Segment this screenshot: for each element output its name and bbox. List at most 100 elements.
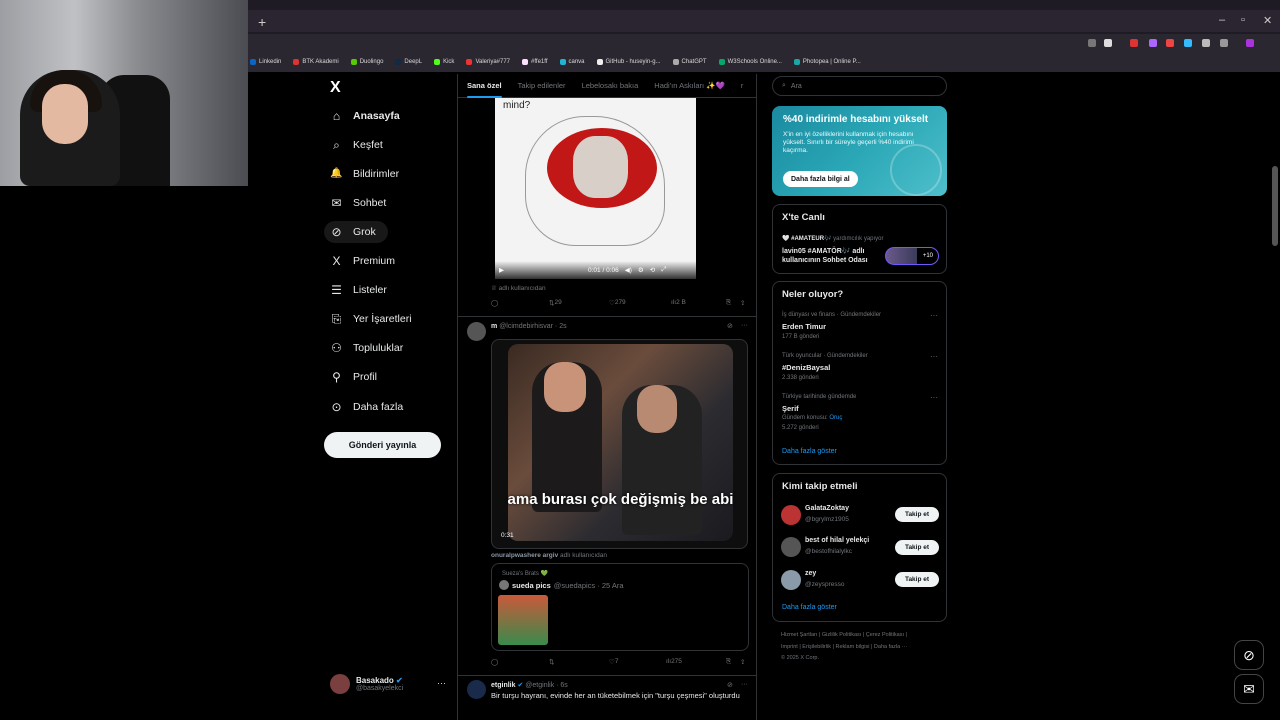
grok-icon[interactable]: ⊘ xyxy=(727,322,733,330)
avatar[interactable] xyxy=(781,570,801,590)
like-button[interactable]: ♡ 279 xyxy=(609,299,626,307)
fullscreen-icon[interactable]: ⤢ xyxy=(661,266,666,274)
avatar[interactable] xyxy=(781,537,801,557)
nav-item-bookmarks[interactable]: ⎘ Yer İşaretleri xyxy=(330,310,412,328)
post-more-icon[interactable]: ··· xyxy=(741,681,748,688)
footer-links[interactable]: Imprint | Erişilebilirlik | Reklam bilgi… xyxy=(781,644,907,650)
bookmark-item[interactable]: Duolingo xyxy=(350,59,383,65)
follow-button[interactable]: Takip et xyxy=(895,572,939,587)
quote-image[interactable] xyxy=(498,595,548,645)
maximize-button[interactable]: ▫ xyxy=(1241,14,1245,26)
trend-category: İş dünyası ve finans · Gündemdekiler xyxy=(782,312,882,318)
nav-item-profile[interactable]: ⚲ Profil xyxy=(330,368,377,386)
repost-button[interactable]: ⇅ 29 xyxy=(549,299,562,307)
like-button[interactable]: ♡ 7 xyxy=(609,658,618,666)
suggested-name[interactable]: GalataZoktay xyxy=(805,505,849,512)
avatar[interactable] xyxy=(467,322,486,341)
x-logo-icon[interactable]: X xyxy=(330,79,341,97)
follow-button[interactable]: Takip et xyxy=(895,507,939,522)
views-button[interactable]: ılı 2 B xyxy=(671,299,686,306)
share-icon[interactable]: ⇪ xyxy=(740,658,745,666)
settings-icon[interactable]: ⚙ xyxy=(638,266,644,274)
trend-name[interactable]: Erden Timur xyxy=(782,322,826,331)
suggested-name[interactable]: best of hilal yelekçi xyxy=(805,537,869,544)
close-window-button[interactable]: ✕ xyxy=(1263,14,1272,27)
account-more-icon[interactable]: ··· xyxy=(437,678,446,688)
suggested-name[interactable]: zey xyxy=(805,570,816,577)
extension-icon[interactable] xyxy=(1149,39,1157,47)
repost-icon[interactable]: ⇅ xyxy=(549,658,554,666)
show-more-link[interactable]: Daha fazla göster xyxy=(782,448,837,455)
avatar[interactable] xyxy=(781,505,801,525)
bookmark-item[interactable]: BTK Akademi xyxy=(293,59,339,65)
volume-icon[interactable]: ◀) xyxy=(625,266,632,274)
minimize-button[interactable]: – xyxy=(1219,14,1225,26)
puzzle-icon[interactable] xyxy=(1220,39,1228,47)
reply-icon[interactable]: ◯ xyxy=(491,299,498,307)
trend-name[interactable]: #DenizBaysal xyxy=(782,363,830,372)
tab-following[interactable]: Takip edilenler xyxy=(518,81,566,90)
bookmark-item[interactable]: Valeriya#777 xyxy=(466,59,510,65)
tab-list[interactable]: Lebelosakı bakıa xyxy=(582,81,639,90)
nav-item-lists[interactable]: ☰ Listeler xyxy=(330,281,387,299)
messages-fab-icon[interactable]: ✉ xyxy=(1234,674,1264,704)
extension-icon[interactable] xyxy=(1184,39,1192,47)
extension-icon[interactable] xyxy=(1130,39,1138,47)
search-input[interactable]: ⌕ Ara xyxy=(772,76,947,96)
bookmark-item[interactable]: Photopea | Online P... xyxy=(793,59,861,65)
tab-list[interactable]: Hadi'ın Askıları ✨💜 xyxy=(654,81,725,90)
footer-links[interactable]: Hizmet Şartları | Gizlilik Politikası | … xyxy=(781,632,907,638)
nav-item-notifications[interactable]: 🔔 Bildirimler xyxy=(330,165,399,183)
post-more-icon[interactable]: ··· xyxy=(741,322,748,329)
bookmark-item[interactable]: GitHub - huseyin-g... xyxy=(596,59,661,65)
tab-list[interactable]: r xyxy=(741,81,744,90)
trend-more-icon[interactable]: ··· xyxy=(930,311,938,320)
star-icon[interactable] xyxy=(1104,39,1112,47)
nav-item-grok[interactable]: ⊘ Grok xyxy=(330,223,375,241)
views-button[interactable]: ılı 275 xyxy=(666,658,682,665)
bookmark-item[interactable]: Kick xyxy=(434,59,454,65)
nav-item-more[interactable]: ⊙ Daha fazla xyxy=(330,398,403,416)
bookmark-item[interactable]: DeepL xyxy=(395,59,422,65)
bookmark-item[interactable]: Linkedin xyxy=(250,59,281,65)
tab-for-you[interactable]: Sana özel xyxy=(467,81,502,98)
post-button[interactable]: Gönderi yayınla xyxy=(324,432,441,458)
new-tab-button[interactable]: + xyxy=(258,14,266,30)
promo-button[interactable]: Daha fazla bilgi al xyxy=(783,171,858,187)
nav-item-communities[interactable]: ⚇ Topluluklar xyxy=(330,339,403,357)
extension-icon[interactable] xyxy=(1166,39,1174,47)
grok-fab-icon[interactable]: ⊘ xyxy=(1234,640,1264,670)
live-listeners[interactable]: +10 xyxy=(885,247,939,265)
follow-button[interactable]: Takip et xyxy=(895,540,939,555)
bookmark-item[interactable]: canva xyxy=(559,59,585,65)
account-switcher[interactable]: Basakado ✔ @basakyelekci xyxy=(330,674,403,694)
quoted-post[interactable]: Sueza's Brats 💚 sueda pics @suedapics · 2… xyxy=(491,563,749,651)
trend-name[interactable]: Şerif xyxy=(782,404,799,413)
bookmark-item[interactable]: #ffe1ff xyxy=(522,59,548,65)
show-more-link[interactable]: Daha fazla göster xyxy=(782,604,837,611)
bookmark-item[interactable]: ChatGPT xyxy=(672,59,707,65)
post-video[interactable]: mind? ▶ 0:01 / 0:06 ◀) ⚙ ⟲ ⤢ xyxy=(495,98,696,279)
address-bar[interactable] xyxy=(248,34,1280,52)
avatar[interactable] xyxy=(467,680,486,699)
share-icon[interactable]: ⇪ xyxy=(740,299,745,307)
live-room-title[interactable]: lavin05 #AMATÖR🎶 adlı kullanıcının Sohbe… xyxy=(782,247,882,265)
bookmark-item[interactable]: W3Schools Online... xyxy=(718,59,782,65)
cast-icon[interactable] xyxy=(1088,39,1096,47)
play-icon[interactable]: ▶ xyxy=(499,266,504,274)
nav-item-premium[interactable]: X Premium xyxy=(330,252,395,270)
bookmark-icon[interactable]: ⎘ xyxy=(726,658,731,666)
trend-more-icon[interactable]: ··· xyxy=(930,352,938,361)
post-video[interactable]: ama burası çok değişmiş be abi 0:31 xyxy=(491,339,748,549)
nav-item-explore[interactable]: ⌕ Keşfet xyxy=(330,136,383,154)
reply-icon[interactable]: ◯ xyxy=(491,658,498,666)
scrollbar[interactable] xyxy=(1272,166,1278,246)
nav-item-messages[interactable]: ✉ Sohbet xyxy=(330,194,386,212)
extension-icon[interactable] xyxy=(1202,39,1210,47)
profile-avatar-icon[interactable] xyxy=(1246,39,1254,47)
nav-item-home[interactable]: ⌂ Anasayfa xyxy=(330,107,400,125)
loop-icon[interactable]: ⟲ xyxy=(650,266,655,274)
bookmark-icon[interactable]: ⎘ xyxy=(726,299,731,307)
grok-icon[interactable]: ⊘ xyxy=(727,681,733,689)
trend-more-icon[interactable]: ··· xyxy=(930,393,938,402)
